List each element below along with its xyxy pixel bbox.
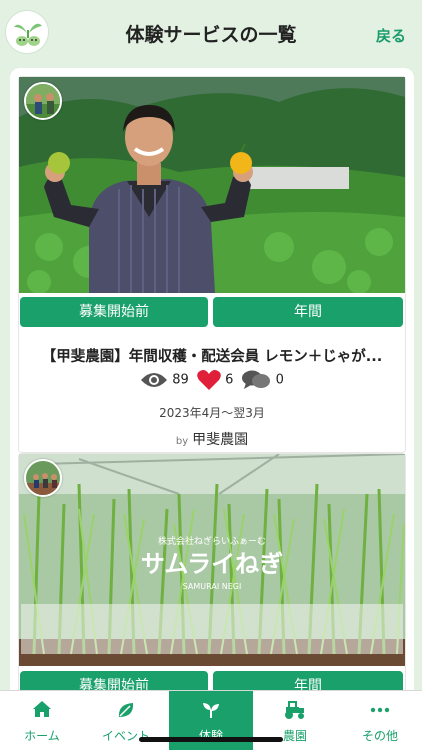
photo-brand-text: サムライねぎ — [141, 550, 283, 578]
page-title: 体験サービスの一覧 — [125, 24, 297, 46]
likes-stat[interactable]: 6 — [197, 369, 233, 391]
tag-row: 募集開始前 年間 — [20, 297, 404, 327]
service-period: 2023年4月～翌3月 — [159, 406, 265, 420]
farm-name[interactable]: 甲斐農園 — [192, 432, 248, 448]
eye-icon — [141, 373, 168, 387]
service-card[interactable]: 募集開始前 年間 【甲斐農園】年間収穫・配送会員 レモン＋じゃが... 89 6 — [18, 76, 406, 453]
views-count: 89 — [172, 372, 189, 388]
nav-label: ホーム — [24, 729, 60, 743]
home-indicator — [139, 737, 283, 742]
service-photo[interactable] — [19, 77, 405, 293]
status-badge: 募集開始前 — [20, 297, 208, 327]
heart-icon[interactable] — [197, 369, 221, 391]
service-list[interactable]: 募集開始前 年間 【甲斐農園】年間収穫・配送会員 レモン＋じゃが... 89 6 — [10, 68, 414, 698]
farm-name-row[interactable]: by 甲斐農園 — [19, 429, 405, 449]
service-title[interactable]: 【甲斐農園】年間収穫・配送会員 レモン＋じゃが... — [27, 345, 397, 366]
more-icon — [338, 700, 422, 720]
leaf-icon — [84, 700, 168, 720]
comment-icon[interactable] — [241, 369, 271, 391]
photo-brand-en-text: SAMURAI NEGI — [183, 582, 242, 591]
header: 体験サービスの一覧 戻る — [0, 0, 422, 66]
service-card[interactable]: 株式会社ねぎらいふぁーむ サムライねぎ SAMURAI NEGI 募集開始前 年… — [18, 453, 406, 698]
back-button[interactable]: 戻る — [376, 25, 406, 46]
farm-avatar[interactable] — [24, 82, 62, 120]
by-label: by — [175, 436, 189, 447]
farm-avatar[interactable] — [24, 459, 62, 497]
stats-row: 89 6 0 — [19, 369, 405, 397]
likes-count: 6 — [225, 372, 234, 388]
home-icon — [0, 700, 84, 720]
comments-stat[interactable]: 0 — [241, 369, 284, 391]
period-type-badge: 年間 — [213, 297, 403, 327]
comments-count: 0 — [275, 372, 284, 388]
nav-item-more[interactable]: その他 — [338, 691, 422, 750]
nav-label: その他 — [361, 729, 398, 743]
sprout-icon — [169, 700, 253, 720]
nav-item-home[interactable]: ホーム — [0, 691, 84, 750]
views-stat: 89 — [140, 370, 189, 390]
service-photo[interactable]: 株式会社ねぎらいふぁーむ サムライねぎ SAMURAI NEGI — [19, 454, 405, 666]
tractor-icon — [253, 700, 337, 720]
photo-company-text: 株式会社ねぎらいふぁーむ — [158, 535, 266, 547]
